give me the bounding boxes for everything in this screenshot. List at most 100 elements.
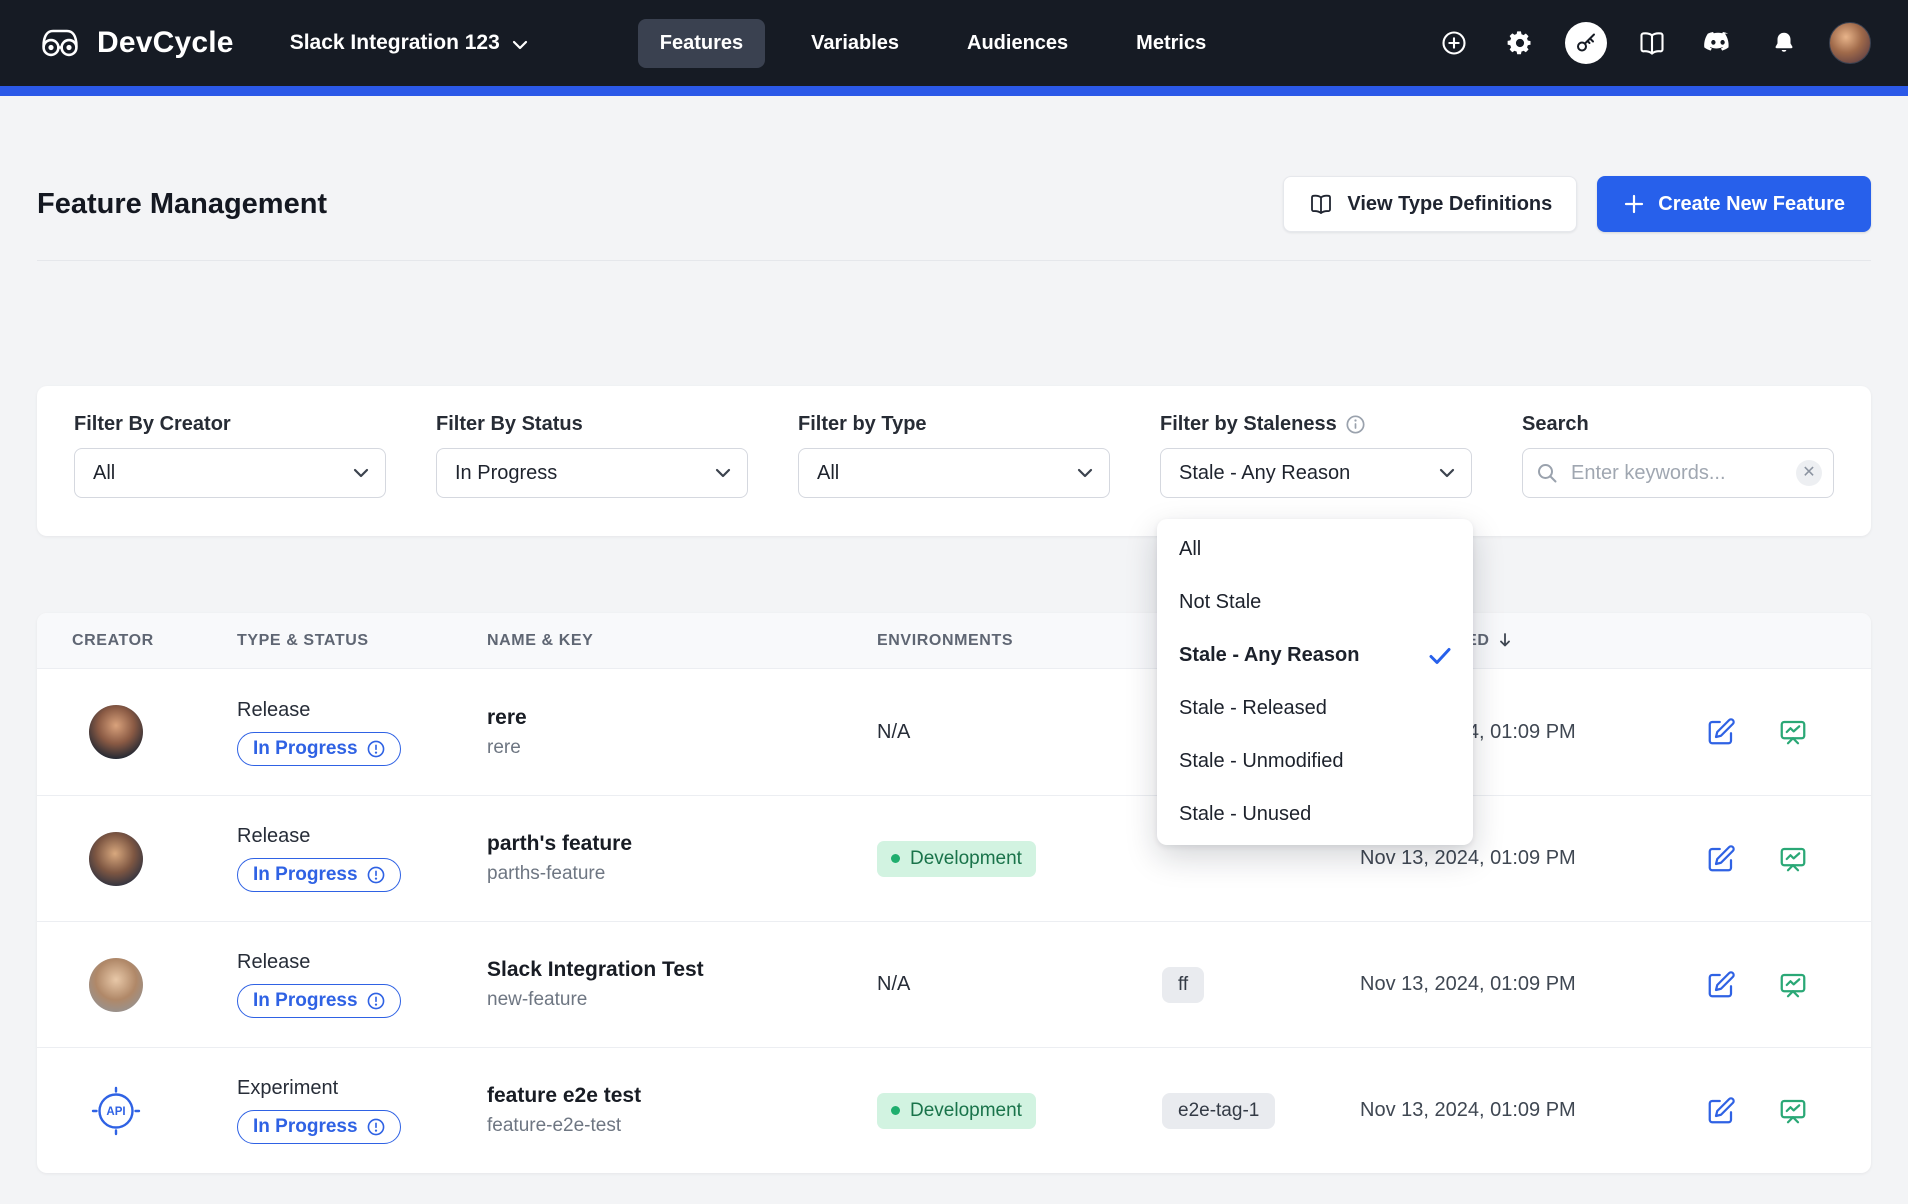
feature-type: Release (237, 951, 310, 974)
info-icon[interactable] (1346, 415, 1365, 434)
feature-metrics-button[interactable] (1778, 970, 1808, 1000)
bell-icon (1771, 30, 1797, 56)
feature-key: parths-feature (487, 863, 605, 885)
feature-row[interactable]: Release In Progress parth's feature part… (37, 795, 1871, 921)
feature-type: Release (237, 825, 310, 848)
chevron-down-icon (353, 468, 369, 478)
svg-text:API: API (106, 1106, 125, 1118)
api-creator-icon: API (89, 1084, 143, 1138)
menu-option-stale-released[interactable]: Stale - Released (1157, 682, 1473, 735)
view-type-definitions-button[interactable]: View Type Definitions (1283, 176, 1577, 232)
edit-feature-button[interactable] (1706, 844, 1736, 874)
header-icons (1433, 22, 1871, 64)
gear-icon (1506, 29, 1534, 57)
notifications-button[interactable] (1763, 22, 1805, 64)
edit-feature-button[interactable] (1706, 970, 1736, 1000)
chevron-down-icon (512, 40, 528, 50)
filter-bar: Filter By Creator All Filter By Status I… (37, 386, 1871, 536)
feature-row[interactable]: Release In Progress rere rere N/A Nov 13… (37, 669, 1871, 795)
search-input[interactable] (1522, 448, 1834, 498)
staleness-dropdown-menu: All Not Stale Stale - Any Reason Stale -… (1157, 519, 1473, 845)
book-icon (1308, 192, 1334, 216)
create-new-feature-button[interactable]: Create New Feature (1597, 176, 1871, 232)
feature-key: new-feature (487, 989, 587, 1011)
environment-badge: Development (877, 841, 1036, 877)
metrics-board-icon (1778, 970, 1808, 1000)
feature-row[interactable]: Release In Progress Slack Integration Te… (37, 921, 1871, 1047)
menu-option-stale-any-reason[interactable]: Stale - Any Reason (1157, 629, 1473, 682)
menu-option-stale-unmodified[interactable]: Stale - Unmodified (1157, 735, 1473, 788)
env-dot (891, 1106, 900, 1115)
chevron-down-icon (1439, 468, 1455, 478)
menu-option-not-stale[interactable]: Not Stale (1157, 576, 1473, 629)
metrics-board-icon (1778, 1096, 1808, 1126)
search-icon (1536, 462, 1558, 484)
column-environments: ENVIRONMENTS (877, 632, 1162, 650)
brand-name: DevCycle (97, 26, 234, 60)
creator-avatar (89, 958, 143, 1012)
plus-circle-icon (1440, 29, 1468, 57)
last-updated-value: Nov 13, 2024, 01:09 PM (1360, 973, 1660, 996)
feature-type: Release (237, 699, 310, 722)
user-avatar[interactable] (1829, 22, 1871, 64)
sort-desc-icon (1498, 632, 1512, 649)
clear-search-button[interactable]: ✕ (1796, 460, 1822, 486)
project-name: Slack Integration 123 (290, 31, 500, 55)
add-button[interactable] (1433, 22, 1475, 64)
metrics-board-icon (1778, 844, 1808, 874)
tab-variables[interactable]: Variables (789, 19, 921, 68)
menu-option-stale-unused[interactable]: Stale - Unused (1157, 788, 1473, 841)
env-dot (891, 854, 900, 863)
feature-name: parth's feature (487, 832, 632, 856)
divider (37, 260, 1871, 261)
last-updated-value: Nov 13, 2024, 01:09 PM (1360, 1099, 1660, 1122)
tab-audiences[interactable]: Audiences (945, 19, 1090, 68)
top-nav: DevCycle Slack Integration 123 Features … (0, 0, 1908, 86)
column-name-key: NAME & KEY (487, 632, 877, 650)
filter-status-select[interactable]: In Progress (436, 448, 748, 498)
tag: ff (1162, 967, 1204, 1003)
edit-feature-button[interactable] (1706, 717, 1736, 747)
settings-button[interactable] (1499, 22, 1541, 64)
edit-pencil-icon (1706, 1096, 1736, 1126)
feature-metrics-button[interactable] (1778, 1096, 1808, 1126)
brand[interactable]: DevCycle (37, 25, 234, 61)
project-selector[interactable]: Slack Integration 123 (290, 31, 528, 55)
key-icon (1574, 31, 1598, 55)
discord-button[interactable] (1697, 22, 1739, 64)
book-icon (1638, 29, 1666, 57)
filter-staleness-label: Filter by Staleness (1160, 412, 1472, 436)
feature-row[interactable]: API Experiment In Progress feature e2e t… (37, 1047, 1871, 1173)
features-table: CREATOR TYPE & STATUS NAME & KEY ENVIRON… (37, 613, 1871, 1173)
main-nav: Features Variables Audiences Metrics (638, 19, 1228, 68)
feature-metrics-button[interactable] (1778, 717, 1808, 747)
last-updated-value: Nov 13, 2024, 01:09 PM (1360, 847, 1660, 870)
filter-status-label: Filter By Status (436, 412, 748, 436)
creator-avatar (89, 705, 143, 759)
chevron-down-icon (715, 468, 731, 478)
check-icon (1429, 647, 1451, 665)
menu-option-all[interactable]: All (1157, 523, 1473, 576)
edit-feature-button[interactable] (1706, 1096, 1736, 1126)
filter-creator-select[interactable]: All (74, 448, 386, 498)
docs-button[interactable] (1631, 22, 1673, 64)
column-type-status: TYPE & STATUS (237, 632, 487, 650)
filter-type-select[interactable]: All (798, 448, 1110, 498)
tab-features[interactable]: Features (638, 19, 765, 68)
alert-circle-icon (367, 992, 385, 1010)
feature-metrics-button[interactable] (1778, 844, 1808, 874)
feature-name: rere (487, 706, 527, 730)
column-creator: CREATOR (72, 632, 237, 650)
feature-key: rere (487, 737, 521, 759)
filter-staleness-select[interactable]: Stale - Any Reason (1160, 448, 1472, 498)
status-badge: In Progress (237, 858, 401, 892)
alert-circle-icon (367, 740, 385, 758)
tab-metrics[interactable]: Metrics (1114, 19, 1228, 68)
api-keys-button[interactable] (1565, 22, 1607, 64)
environment-badge: Development (877, 1093, 1036, 1129)
creator-avatar (89, 832, 143, 886)
edit-pencil-icon (1706, 970, 1736, 1000)
chevron-down-icon (1077, 468, 1093, 478)
page-title: Feature Management (37, 188, 327, 221)
table-header-row: CREATOR TYPE & STATUS NAME & KEY ENVIRON… (37, 613, 1871, 669)
